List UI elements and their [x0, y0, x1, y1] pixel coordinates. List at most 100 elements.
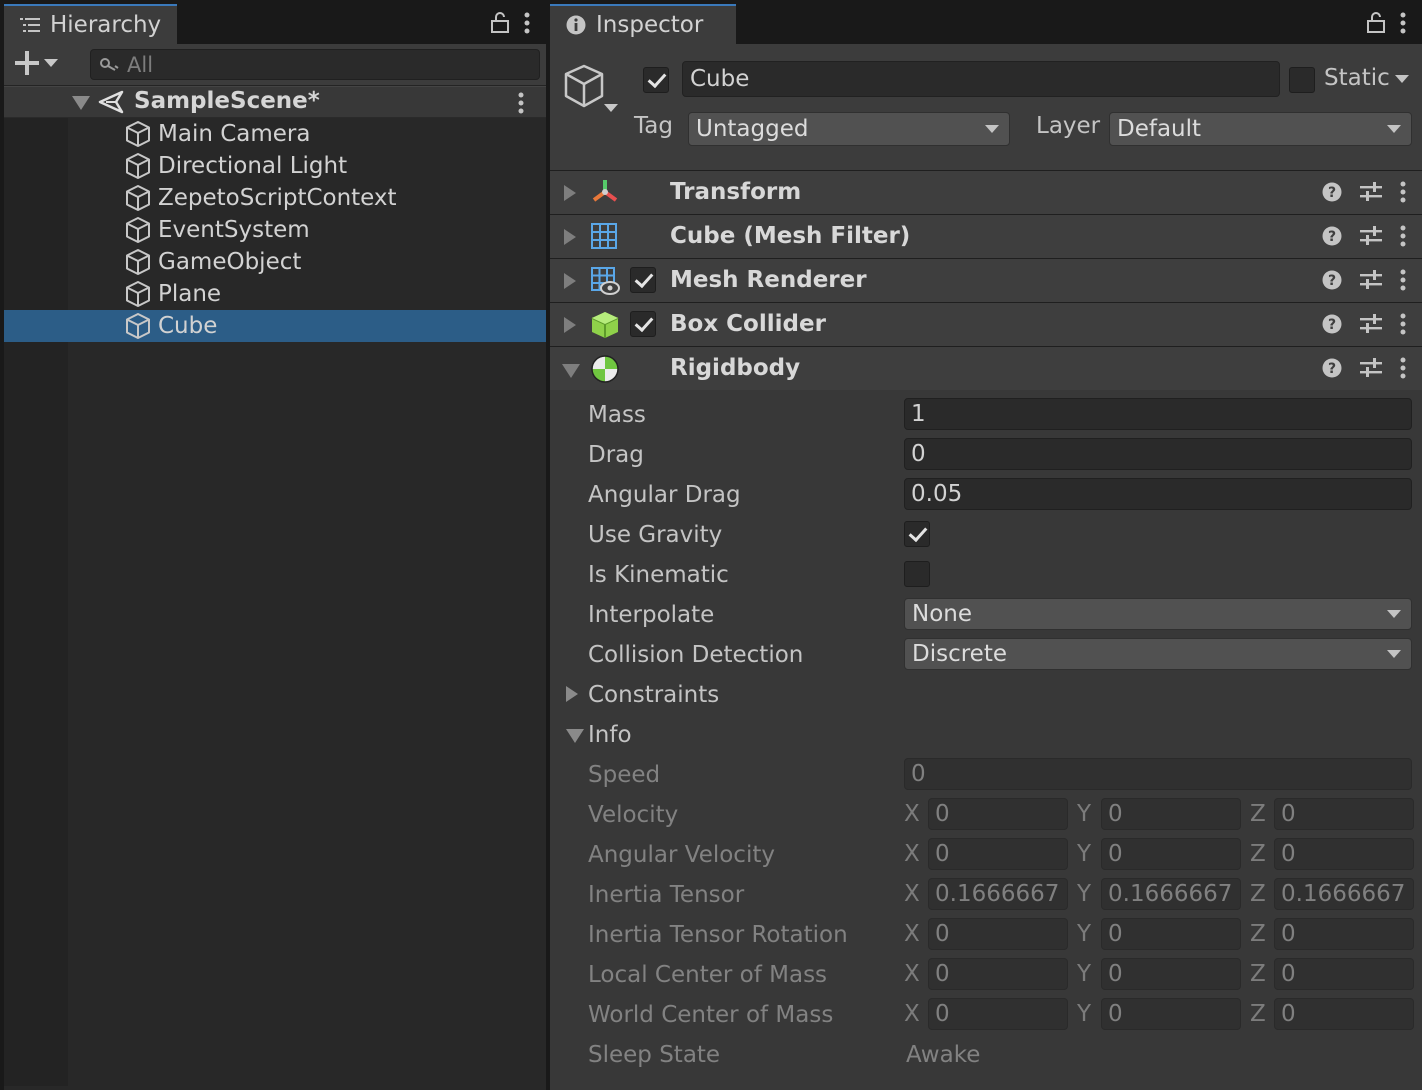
drag-field[interactable]: 0 — [904, 438, 1412, 470]
world-center-of-mass-z-field: 0 — [1274, 998, 1414, 1030]
inertia-tensor-rotation-z-field: 0 — [1274, 918, 1414, 950]
gameobject-cube-icon — [124, 280, 152, 308]
hierarchy-list-icon — [20, 16, 40, 34]
search-placeholder: All — [127, 52, 154, 77]
hierarchy-item-label: Cube — [158, 313, 218, 339]
kebab-menu-icon[interactable] — [1400, 12, 1406, 34]
help-icon[interactable]: ? — [1322, 182, 1342, 202]
component-header-cube-mesh-filter[interactable]: Cube (Mesh Filter)? — [550, 214, 1422, 258]
inspector-tab[interactable]: Inspector — [550, 4, 736, 44]
hierarchy-item[interactable]: GameObject — [4, 246, 546, 278]
presets-icon[interactable] — [1360, 269, 1382, 291]
foldout-closed-icon[interactable] — [564, 185, 576, 201]
help-icon[interactable]: ? — [1322, 358, 1342, 378]
component-name: Transform — [670, 179, 802, 205]
interpolate-dropdown[interactable]: None — [904, 598, 1412, 630]
triangle-down-icon[interactable] — [72, 96, 90, 110]
layer-value: Default — [1117, 116, 1202, 142]
transform-icon — [590, 178, 620, 206]
tag-dropdown[interactable]: Untagged — [688, 112, 1010, 146]
static-checkbox[interactable] — [1289, 67, 1315, 93]
inertia-tensor-y-field: 0.1666667 — [1101, 878, 1241, 910]
hierarchy-item[interactable]: Main Camera — [4, 118, 546, 150]
foldout-open-icon[interactable] — [562, 364, 580, 378]
gameobject-cube-icon — [124, 184, 152, 212]
component-name: Mesh Renderer — [670, 267, 867, 293]
world-center-of-mass-z-value: 0 — [1281, 1001, 1296, 1027]
component-kebab-icon[interactable] — [1400, 269, 1406, 291]
inertia-tensor-z-value: 0.1666667 — [1281, 881, 1406, 907]
hierarchy-tab-title: Hierarchy — [50, 12, 162, 38]
object-name-field[interactable]: Cube — [682, 61, 1280, 97]
inertia-tensor-y-value: 0.1666667 — [1108, 881, 1233, 907]
inertia-tensor-rotation-x-value: 0 — [935, 921, 950, 947]
foldout-closed-icon[interactable] — [564, 273, 576, 289]
gameobject-cube-icon — [124, 248, 152, 276]
component-name: Box Collider — [670, 311, 826, 337]
component-header-transform[interactable]: Transform? — [550, 170, 1422, 214]
local-center-of-mass-z-field: 0 — [1274, 958, 1414, 990]
is-kinematic-checkbox[interactable] — [904, 561, 930, 587]
axis-z-label: Z — [1250, 841, 1266, 867]
constraints-foldout-icon[interactable] — [566, 686, 578, 702]
scene-row[interactable]: SampleScene* — [4, 86, 546, 118]
hierarchy-tab[interactable]: Hierarchy — [4, 4, 178, 44]
component-header-mesh-renderer[interactable]: Mesh Renderer? — [550, 258, 1422, 302]
svg-text:?: ? — [1328, 361, 1336, 377]
plus-icon — [14, 50, 40, 76]
lock-icon[interactable] — [490, 12, 510, 34]
axis-y-label: Y — [1077, 841, 1092, 867]
svg-text:?: ? — [1328, 273, 1336, 289]
layer-dropdown[interactable]: Default — [1109, 112, 1412, 146]
hierarchy-search-input[interactable]: All — [90, 49, 540, 80]
hierarchy-item[interactable]: Directional Light — [4, 150, 546, 182]
component-kebab-icon[interactable] — [1400, 313, 1406, 335]
hierarchy-item[interactable]: EventSystem — [4, 214, 546, 246]
hierarchy-item-label: Directional Light — [158, 153, 348, 179]
local-center-of-mass-y-field: 0 — [1101, 958, 1241, 990]
world-center-of-mass-y-value: 0 — [1108, 1001, 1123, 1027]
sleep-state-label: Sleep State — [588, 1042, 721, 1068]
lock-icon[interactable] — [1366, 12, 1386, 34]
hierarchy-item[interactable]: ZepetoScriptContext — [4, 182, 546, 214]
mass-field[interactable]: 1 — [904, 398, 1412, 430]
inertia-tensor-rotation-y-value: 0 — [1108, 921, 1123, 947]
cube-large-icon[interactable] — [564, 62, 618, 116]
active-checkbox[interactable] — [643, 67, 669, 93]
local-center-of-mass-z-value: 0 — [1281, 961, 1296, 987]
scene-kebab-icon[interactable] — [518, 92, 524, 114]
kebab-menu-icon[interactable] — [524, 12, 530, 34]
world-center-of-mass-x-field: 0 — [928, 998, 1068, 1030]
component-kebab-icon[interactable] — [1400, 357, 1406, 379]
static-dropdown-icon[interactable] — [1395, 74, 1409, 84]
presets-icon[interactable] — [1360, 357, 1382, 379]
presets-icon[interactable] — [1360, 225, 1382, 247]
presets-icon[interactable] — [1360, 181, 1382, 203]
component-enabled-checkbox[interactable] — [630, 267, 656, 293]
foldout-closed-icon[interactable] — [564, 317, 576, 333]
component-header-rigidbody[interactable]: Rigidbody? — [550, 346, 1422, 390]
hierarchy-toolbar: All — [4, 44, 546, 86]
foldout-closed-icon[interactable] — [564, 229, 576, 245]
create-button[interactable] — [14, 50, 58, 76]
component-kebab-icon[interactable] — [1400, 181, 1406, 203]
help-icon[interactable]: ? — [1322, 270, 1342, 290]
hierarchy-tree: SampleScene* Main Camera Directional Ligh… — [4, 86, 546, 1086]
component-header-box-collider[interactable]: Box Collider? — [550, 302, 1422, 346]
component-kebab-icon[interactable] — [1400, 225, 1406, 247]
mass-label: Mass — [588, 402, 646, 428]
help-icon[interactable]: ? — [1322, 226, 1342, 246]
object-name-text: Cube — [690, 66, 750, 92]
collision-detection-dropdown[interactable]: Discrete — [904, 638, 1412, 670]
local-center-of-mass-x-value: 0 — [935, 961, 950, 987]
component-enabled-checkbox[interactable] — [630, 311, 656, 337]
hierarchy-item[interactable]: Plane — [4, 278, 546, 310]
hierarchy-item[interactable]: Cube — [4, 310, 546, 342]
inspector-tabbar: Inspector — [550, 4, 1422, 44]
use-gravity-checkbox[interactable] — [904, 521, 930, 547]
angular-drag-field[interactable]: 0.05 — [904, 478, 1412, 510]
info-foldout-icon[interactable] — [566, 729, 584, 743]
rigidbody-icon — [590, 354, 620, 384]
help-icon[interactable]: ? — [1322, 314, 1342, 334]
presets-icon[interactable] — [1360, 313, 1382, 335]
